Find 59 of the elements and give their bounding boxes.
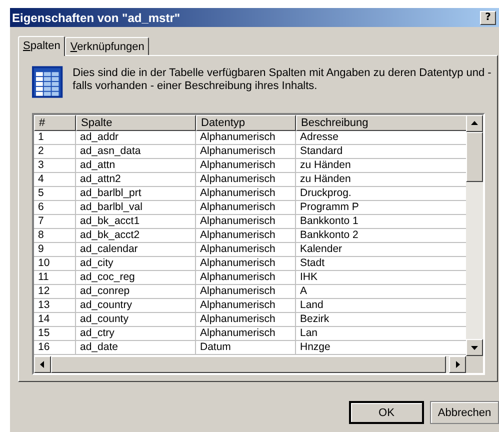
table-cell: Alphanumerisch — [196, 257, 296, 271]
table-cell: Alphanumerisch — [196, 243, 296, 257]
table-cell: 14 — [34, 313, 76, 327]
table-cell: Alphanumerisch — [196, 299, 296, 313]
table-cell: Alphanumerisch — [196, 131, 296, 145]
table-cell: Alphanumerisch — [196, 271, 296, 285]
table-cell: 9 — [34, 243, 76, 257]
table-cell: ad_calendar — [76, 243, 196, 257]
table-cell: ad_addr — [76, 131, 196, 145]
cancel-button[interactable]: Abbrechen — [430, 401, 499, 424]
table-cell: Alphanumerisch — [196, 285, 296, 299]
table-cell: Alphanumerisch — [196, 159, 296, 173]
table-cell: 6 — [34, 201, 76, 215]
table-cell: Alphanumerisch — [196, 201, 296, 215]
table-cell: ad_country — [76, 299, 196, 313]
table-cell: ad_conrep — [76, 285, 196, 299]
ok-button[interactable]: OK — [349, 401, 424, 424]
table-cell: 7 — [34, 215, 76, 229]
tab[interactable]: Spalten — [18, 36, 66, 56]
table-cell: ad_bk_acct1 — [76, 215, 196, 229]
table-cell: ad_county — [76, 313, 196, 327]
table-cell: Datum — [196, 341, 296, 355]
table-cell: 12 — [34, 285, 76, 299]
table-cell: 5 — [34, 187, 76, 201]
table-cell: ad_coc_reg — [76, 271, 196, 285]
table-cell: 2 — [34, 145, 76, 159]
table-cell: 1 — [34, 131, 76, 145]
table-cell: Alphanumerisch — [196, 229, 296, 243]
table-cell: 15 — [34, 327, 76, 341]
help-button[interactable]: ? — [480, 10, 496, 24]
table-cell: 8 — [34, 229, 76, 243]
tab[interactable]: Verknüpfungen — [65, 37, 150, 55]
table-cell: Alphanumerisch — [196, 215, 296, 229]
table-cell: Alphanumerisch — [196, 173, 296, 187]
column-header[interactable]: # — [34, 115, 76, 131]
table-cell: ad_attn — [76, 159, 196, 173]
table-cell: ad_ctry — [76, 327, 196, 341]
column-header[interactable]: Datentyp — [196, 115, 296, 131]
column-header[interactable]: Beschreibung — [296, 115, 466, 131]
column-header[interactable]: Spalte — [76, 115, 196, 131]
table-cell: 11 — [34, 271, 76, 285]
table-cell: ad_barlbl_val — [76, 201, 196, 215]
table-cell: 3 — [34, 159, 76, 173]
table-cell: ad_asn_data — [76, 145, 196, 159]
table-cell: ad_bk_acct2 — [76, 229, 196, 243]
table-cell: ad_city — [76, 257, 196, 271]
table-cell: ad_date — [76, 341, 196, 355]
table-cell: 13 — [34, 299, 76, 313]
table-cell: Alphanumerisch — [196, 145, 296, 159]
table-cell: ad_barlbl_prt — [76, 187, 196, 201]
table-cell: 4 — [34, 173, 76, 187]
table-cell: 16 — [34, 341, 76, 355]
table-cell: Alphanumerisch — [196, 327, 296, 341]
table-cell: ad_attn2 — [76, 173, 196, 187]
table-cell: 10 — [34, 257, 76, 271]
window-title: Eigenschaften von "ad_mstr" — [12, 10, 180, 24]
table-cell: Alphanumerisch — [196, 313, 296, 327]
table-cell: Alphanumerisch — [196, 187, 296, 201]
description-text: Dies sind die in der Tabelle verfügbaren Spalten mit Angaben zu deren Datentyp und - falls vorhanden - einer Beschreibung ihres Inhalts. — [72, 67, 492, 93]
